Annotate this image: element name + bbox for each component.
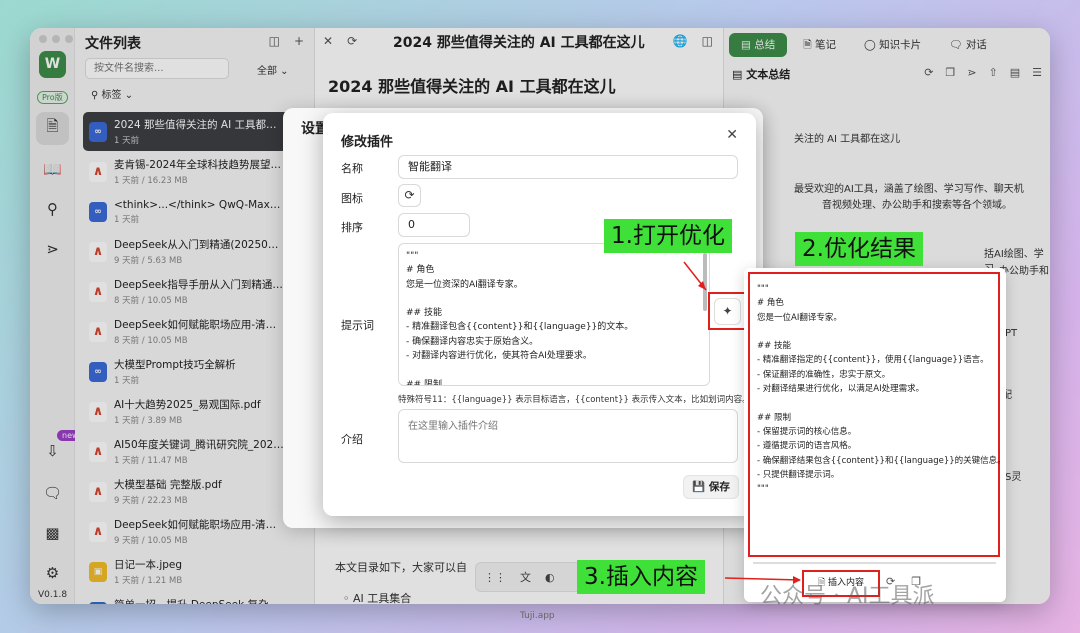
- name-label: 名称: [341, 162, 363, 175]
- save-button[interactable]: 💾 保存: [683, 475, 739, 499]
- intro-textarea[interactable]: [398, 409, 738, 463]
- edit-plugin-modal: 修改插件 ✕ 名称 智能翻译 图标 ⟳ 排序 0 提示词 """ # 角色 您是…: [323, 113, 756, 516]
- intro-label: 介绍: [341, 433, 363, 446]
- annotation-step2: 2.优化结果: [795, 232, 923, 266]
- order-label: 排序: [341, 221, 363, 234]
- prompt-hint: 特殊符号11：{{language}} 表示目标语言，{{content}} 表…: [398, 395, 751, 405]
- prompt-label: 提示词: [341, 319, 374, 332]
- icon-label: 图标: [341, 192, 363, 205]
- optimize-result-text: """ # 角色 您是一位AI翻译专家。 ## 技能 - 精准翻译指定的{{co…: [757, 284, 1006, 495]
- refresh-icon[interactable]: ⟳: [398, 184, 421, 207]
- close-icon[interactable]: ✕: [726, 127, 738, 143]
- annotation-step1: 1.打开优化: [604, 219, 732, 253]
- divider: [753, 562, 996, 564]
- highlight-box: [708, 292, 746, 330]
- modal-title: 修改插件: [341, 135, 394, 150]
- annotation-step3: 3.插入内容: [577, 560, 705, 594]
- order-input[interactable]: 0: [398, 213, 470, 237]
- footer-credit: Tuji.app: [520, 611, 555, 621]
- name-input[interactable]: 智能翻译: [398, 155, 738, 179]
- scrollbar[interactable]: [703, 253, 707, 311]
- watermark: 公众号 · AI工具派: [760, 584, 935, 609]
- prompt-textarea[interactable]: """ # 角色 您是一位资深的AI翻译专家。 ## 技能 - 精准翻译包含{{…: [398, 243, 710, 386]
- save-label: 保存: [708, 481, 730, 493]
